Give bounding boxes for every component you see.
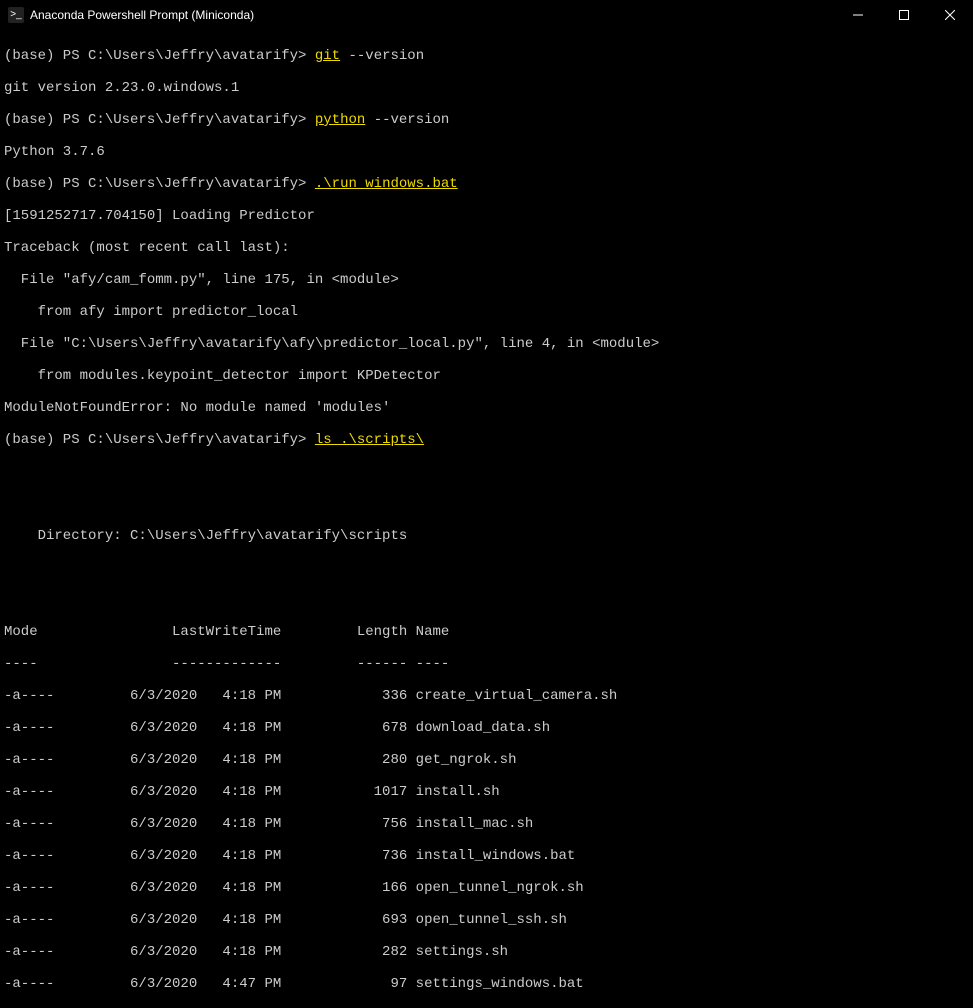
listing-row: -a---- 6/3/2020 4:18 PM 756 install_mac.… [4,816,969,832]
traceback-line: ModuleNotFoundError: No module named 'mo… [4,400,969,416]
listing-row: -a---- 6/3/2020 4:47 PM 97 settings_wind… [4,976,969,992]
close-button[interactable] [927,0,973,30]
window-controls [835,0,973,30]
prompt: (base) PS C:\Users\Jeffry\avatarify> [4,432,306,448]
minimize-button[interactable] [835,0,881,30]
prompt-line-3: (base) PS C:\Users\Jeffry\avatarify> .\r… [4,176,969,192]
prompt-line-2: (base) PS C:\Users\Jeffry\avatarify> pyt… [4,112,969,128]
titlebar: >_ Anaconda Powershell Prompt (Miniconda… [0,0,973,30]
listing-divider: ---- ------------- ------ ---- [4,656,969,672]
prompt-line-4: (base) PS C:\Users\Jeffry\avatarify> ls … [4,432,969,448]
arg-python: --version [374,112,450,128]
blank [4,560,969,576]
listing-row: -a---- 6/3/2020 4:18 PM 336 create_virtu… [4,688,969,704]
prompt: (base) PS C:\Users\Jeffry\avatarify> [4,112,306,128]
listing-row: -a---- 6/3/2020 4:18 PM 280 get_ngrok.sh [4,752,969,768]
traceback-line: File "C:\Users\Jeffry\avatarify\afy\pred… [4,336,969,352]
command-python: python [315,112,365,128]
blank [4,464,969,480]
listing-row: -a---- 6/3/2020 4:18 PM 1017 install.sh [4,784,969,800]
listing-row: -a---- 6/3/2020 4:18 PM 693 open_tunnel_… [4,912,969,928]
app-icon: >_ [8,7,24,23]
traceback-line: from modules.keypoint_detector import KP… [4,368,969,384]
command-run: .\run_windows.bat [315,176,458,192]
traceback-line: File "afy/cam_fomm.py", line 175, in <mo… [4,272,969,288]
traceback-line: [1591252717.704150] Loading Predictor [4,208,969,224]
listing-row: -a---- 6/3/2020 4:18 PM 678 download_dat… [4,720,969,736]
blank [4,496,969,512]
prompt: (base) PS C:\Users\Jeffry\avatarify> [4,176,306,192]
window-title: Anaconda Powershell Prompt (Miniconda) [30,7,254,23]
listing-row: -a---- 6/3/2020 4:18 PM 166 open_tunnel_… [4,880,969,896]
arg-git: --version [348,48,424,64]
prompt-line-1: (base) PS C:\Users\Jeffry\avatarify> git… [4,48,969,64]
listing-header: Mode LastWriteTime Length Name [4,624,969,640]
traceback-line: from afy import predictor_local [4,304,969,320]
prompt: (base) PS C:\Users\Jeffry\avatarify> [4,48,306,64]
directory-label: Directory: C:\Users\Jeffry\avatarify\scr… [4,528,969,544]
command-git: git [315,48,340,64]
listing-row: -a---- 6/3/2020 4:18 PM 282 settings.sh [4,944,969,960]
command-ls: ls .\scripts\ [315,432,424,448]
maximize-button[interactable] [881,0,927,30]
git-version-output: git version 2.23.0.windows.1 [4,80,969,96]
traceback-line: Traceback (most recent call last): [4,240,969,256]
listing-row: -a---- 6/3/2020 4:18 PM 736 install_wind… [4,848,969,864]
python-version-output: Python 3.7.6 [4,144,969,160]
blank [4,592,969,608]
terminal-body[interactable]: (base) PS C:\Users\Jeffry\avatarify> git… [0,30,973,1008]
